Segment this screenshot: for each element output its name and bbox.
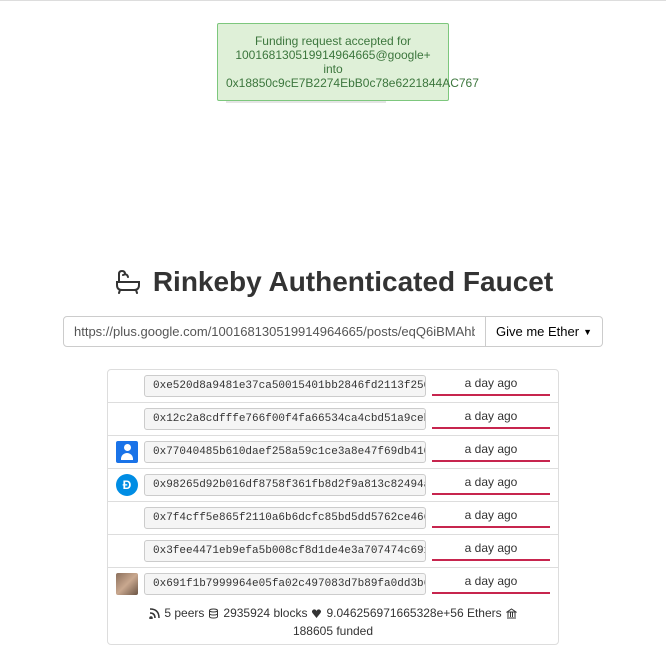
address-box[interactable]: 0x691f1b7999964e05fa02c497083d7b89fa0dd3… xyxy=(144,573,426,595)
blocks-text: 2935924 blocks xyxy=(223,606,307,620)
alert-line3: 0x18850c9cE7B2274EbB0c78e6221844AC767 xyxy=(226,76,440,90)
address-box[interactable]: 0x12c2a8cdfffe766f00f4fa66534ca4cbd51a9c… xyxy=(144,408,426,430)
avatar xyxy=(116,507,138,529)
avatar xyxy=(116,540,138,562)
transactions-panel: 0xe520d8a9481e37ca50015401bb2846fd2113f2… xyxy=(107,369,559,645)
transaction-row: Ð 0x98265d92b016df8758f361fb8d2f9a813c824… xyxy=(108,469,558,502)
social-url-input[interactable] xyxy=(63,316,486,347)
transaction-row: 0xe520d8a9481e37ca50015401bb2846fd2113f2… xyxy=(108,370,558,403)
address-box[interactable]: 0x77040485b610daef258a59c1ce3a8e47f69db4… xyxy=(144,441,426,463)
transaction-row: 0x3fee4471eb9efa5b008cf8d1de4e3a707474c6… xyxy=(108,535,558,568)
transaction-row: 0x77040485b610daef258a59c1ce3a8e47f69db4… xyxy=(108,436,558,469)
progress-underline xyxy=(432,493,550,495)
progress-underline xyxy=(432,427,550,429)
address-box[interactable]: 0x98265d92b016df8758f361fb8d2f9a813c8249… xyxy=(144,474,426,496)
caret-down-icon: ▼ xyxy=(583,327,592,337)
progress-underline xyxy=(432,460,550,462)
time-label: a day ago xyxy=(432,442,550,462)
person-icon xyxy=(116,441,138,463)
alert-line2: 100168130519914964665@google+ into xyxy=(226,48,440,76)
give-ether-button[interactable]: Give me Ether ▼ xyxy=(486,316,603,347)
rss-icon xyxy=(149,608,160,619)
bath-icon xyxy=(113,268,143,296)
time-label: a day ago xyxy=(432,541,550,561)
main-content: Rinkeby Authenticated Faucet Give me Eth… xyxy=(0,266,666,645)
alert-shadow xyxy=(226,101,386,103)
time-label: a day ago xyxy=(432,409,550,429)
progress-underline xyxy=(432,592,550,594)
progress-underline xyxy=(432,394,550,396)
peers-text: 5 peers xyxy=(164,606,204,620)
time-label: a day ago xyxy=(432,508,550,528)
address-box[interactable]: 0x3fee4471eb9efa5b008cf8d1de4e3a707474c6… xyxy=(144,540,426,562)
address-box[interactable]: 0xe520d8a9481e37ca50015401bb2846fd2113f2… xyxy=(144,375,426,397)
dash-icon: Ð xyxy=(116,474,138,496)
avatar xyxy=(116,408,138,430)
status-bar: 5 peers 2935924 blocks 9.046256971665328… xyxy=(108,600,558,644)
heartbeat-icon xyxy=(311,608,322,619)
input-row: Give me Ether ▼ xyxy=(63,316,603,347)
address-box[interactable]: 0x7f4cff5e865f2110a6b6dcfc85bd5dd5762ce4… xyxy=(144,507,426,529)
button-label: Give me Ether xyxy=(496,324,579,339)
progress-underline xyxy=(432,559,550,561)
avatar xyxy=(116,375,138,397)
funded-text: 188605 funded xyxy=(293,624,373,638)
time-label: a day ago xyxy=(432,475,550,495)
title-text: Rinkeby Authenticated Faucet xyxy=(153,266,553,298)
transaction-row: 0x12c2a8cdfffe766f00f4fa66534ca4cbd51a9c… xyxy=(108,403,558,436)
progress-underline xyxy=(432,526,550,528)
ethers-text: 9.046256971665328e+56 Ethers xyxy=(326,606,501,620)
database-icon xyxy=(208,608,219,619)
bank-icon xyxy=(506,608,517,619)
time-label: a day ago xyxy=(432,376,550,396)
time-label: a day ago xyxy=(432,574,550,594)
transaction-row: 0x7f4cff5e865f2110a6b6dcfc85bd5dd5762ce4… xyxy=(108,502,558,535)
success-alert: Funding request accepted for 10016813051… xyxy=(217,23,449,101)
alert-line1: Funding request accepted for xyxy=(226,34,440,48)
page-title: Rinkeby Authenticated Faucet xyxy=(15,266,651,298)
user-photo xyxy=(116,573,138,595)
transaction-row: 0x691f1b7999964e05fa02c497083d7b89fa0dd3… xyxy=(108,568,558,600)
